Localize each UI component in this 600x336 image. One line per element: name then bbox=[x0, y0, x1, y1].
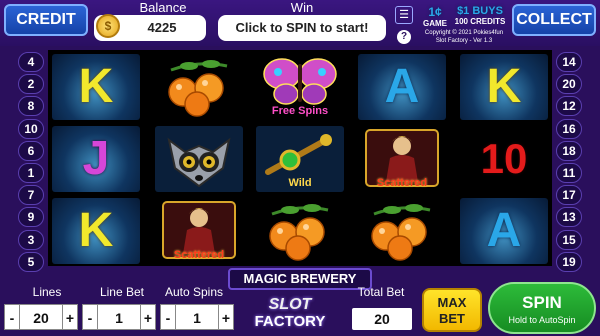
denomination-sub: GAME bbox=[423, 19, 447, 28]
info-icon[interactable]: ? bbox=[397, 30, 411, 44]
payline-marker[interactable]: 5 bbox=[18, 251, 44, 272]
total-bet-value: 20 bbox=[352, 308, 412, 330]
copyright-text: Copyright © 2021 Pokies4fun Slot Factory… bbox=[418, 29, 510, 45]
payline-marker[interactable]: 11 bbox=[556, 162, 582, 183]
max-bet-line1: MAX bbox=[437, 295, 467, 310]
symbol-a: A bbox=[358, 54, 446, 120]
lines-stepper: - 20 + bbox=[4, 304, 78, 330]
payline-marker[interactable]: 1 bbox=[18, 162, 44, 183]
spin-button[interactable]: SPIN Hold to AutoSpin bbox=[488, 282, 596, 334]
max-bet-line2: BET bbox=[439, 311, 465, 326]
payline-marker[interactable]: 18 bbox=[556, 140, 582, 161]
left-payline-markers: 4 2 8 10 6 1 7 9 3 5 bbox=[18, 52, 44, 274]
menu-icon[interactable]: ☰ bbox=[395, 6, 413, 24]
auto-spins-value: 1 bbox=[176, 304, 218, 330]
payline-marker[interactable]: 6 bbox=[18, 140, 44, 161]
auto-spins-label: Auto Spins bbox=[164, 285, 224, 299]
balance-label: Balance bbox=[139, 0, 187, 15]
payline-marker[interactable]: 10 bbox=[18, 118, 44, 139]
scatter-hero-icon: Scattered bbox=[358, 126, 446, 192]
scatter-hero-icon: Scattered bbox=[155, 198, 243, 264]
auto-spins-decrease-button[interactable]: - bbox=[160, 304, 176, 330]
wild-key-icon: Wild bbox=[256, 126, 344, 192]
payline-marker[interactable]: 9 bbox=[18, 207, 44, 228]
payline-marker[interactable]: 14 bbox=[556, 52, 582, 72]
spin-label: SPIN bbox=[522, 293, 562, 312]
credit-button[interactable]: CREDIT bbox=[4, 4, 88, 36]
lines-label: Lines bbox=[32, 285, 62, 299]
denomination-badge: 1¢ GAME bbox=[422, 5, 448, 28]
payline-marker[interactable]: 7 bbox=[18, 185, 44, 206]
scattered-text: Scattered bbox=[376, 177, 428, 189]
payline-marker[interactable]: 20 bbox=[556, 74, 582, 95]
total-bet-label: Total Bet bbox=[357, 285, 405, 299]
max-bet-button[interactable]: MAX BET bbox=[422, 288, 482, 332]
spin-sub-label: Hold to AutoSpin bbox=[508, 315, 576, 325]
payline-marker[interactable]: 16 bbox=[556, 118, 582, 139]
payline-marker[interactable]: 15 bbox=[556, 229, 582, 250]
payline-marker[interactable]: 12 bbox=[556, 96, 582, 117]
symbol-k: K bbox=[52, 198, 140, 264]
symbol-k: K bbox=[52, 54, 140, 120]
win-display: Click to SPIN to start! bbox=[218, 15, 386, 41]
line-bet-value: 1 bbox=[98, 304, 140, 330]
symbol-10-text: 10 bbox=[480, 135, 528, 182]
symbol-k-letter: K bbox=[78, 204, 114, 257]
symbol-k-letter: K bbox=[486, 60, 522, 113]
lines-increase-button[interactable]: + bbox=[62, 304, 78, 330]
line-bet-stepper: - 1 + bbox=[82, 304, 156, 330]
payline-marker[interactable]: 3 bbox=[18, 229, 44, 250]
payline-marker[interactable]: 13 bbox=[556, 207, 582, 228]
symbol-j-letter: J bbox=[82, 132, 110, 185]
reel-grid: K J K Scattered Free Spins Wild A Scatte… bbox=[48, 50, 552, 266]
lemur-mask-icon bbox=[155, 126, 243, 192]
free-spins-text: Free Spins bbox=[271, 105, 329, 117]
copyright-line1: Copyright © 2021 Pokies4fun bbox=[424, 30, 504, 36]
lines-value: 20 bbox=[20, 304, 62, 330]
orange-berries-icon bbox=[358, 198, 446, 264]
coin-icon: $ bbox=[96, 14, 120, 38]
line-bet-label: Line Bet bbox=[99, 285, 145, 299]
buys-line1: $1 BUYS bbox=[457, 5, 503, 17]
logo-line1: SLOT bbox=[268, 296, 312, 313]
auto-spins-stepper: - 1 + bbox=[160, 304, 234, 330]
symbol-a-letter: A bbox=[384, 60, 420, 113]
slot-factory-logo: SLOT FACTORY bbox=[236, 296, 344, 334]
scattered-text: Scattered bbox=[173, 249, 225, 261]
payline-marker[interactable]: 8 bbox=[18, 96, 44, 117]
payline-marker[interactable]: 17 bbox=[556, 185, 582, 206]
credits-info: $1 BUYS 100 CREDITS bbox=[452, 5, 508, 26]
payline-marker[interactable]: 2 bbox=[18, 74, 44, 95]
right-payline-markers: 14 20 12 16 18 11 17 13 15 19 bbox=[556, 52, 582, 274]
auto-spins-increase-button[interactable]: + bbox=[218, 304, 234, 330]
orange-berries-icon bbox=[155, 54, 243, 120]
lines-decrease-button[interactable]: - bbox=[4, 304, 20, 330]
collect-button[interactable]: COLLECT bbox=[512, 4, 596, 36]
logo-line2: FACTORY bbox=[254, 313, 326, 330]
symbol-10: 10 bbox=[460, 126, 548, 192]
wild-text: Wild bbox=[288, 177, 312, 189]
payline-marker[interactable]: 19 bbox=[556, 251, 582, 272]
symbol-k-letter: K bbox=[78, 60, 114, 113]
symbol-a: A bbox=[460, 198, 548, 264]
orange-berries-icon bbox=[256, 198, 344, 264]
symbol-a-letter: A bbox=[486, 204, 522, 257]
symbol-j: J bbox=[52, 126, 140, 192]
butterfly-free-spins-icon: Free Spins bbox=[256, 54, 344, 120]
symbol-k: K bbox=[460, 54, 548, 120]
line-bet-decrease-button[interactable]: - bbox=[82, 304, 98, 330]
payline-marker[interactable]: 4 bbox=[18, 52, 44, 72]
buys-line2: 100 CREDITS bbox=[454, 17, 506, 26]
line-bet-increase-button[interactable]: + bbox=[140, 304, 156, 330]
copyright-line2: Slot Factory - Ver 1.3 bbox=[435, 38, 493, 44]
denomination-value: 1¢ bbox=[428, 5, 442, 19]
win-label: Win bbox=[290, 0, 314, 15]
